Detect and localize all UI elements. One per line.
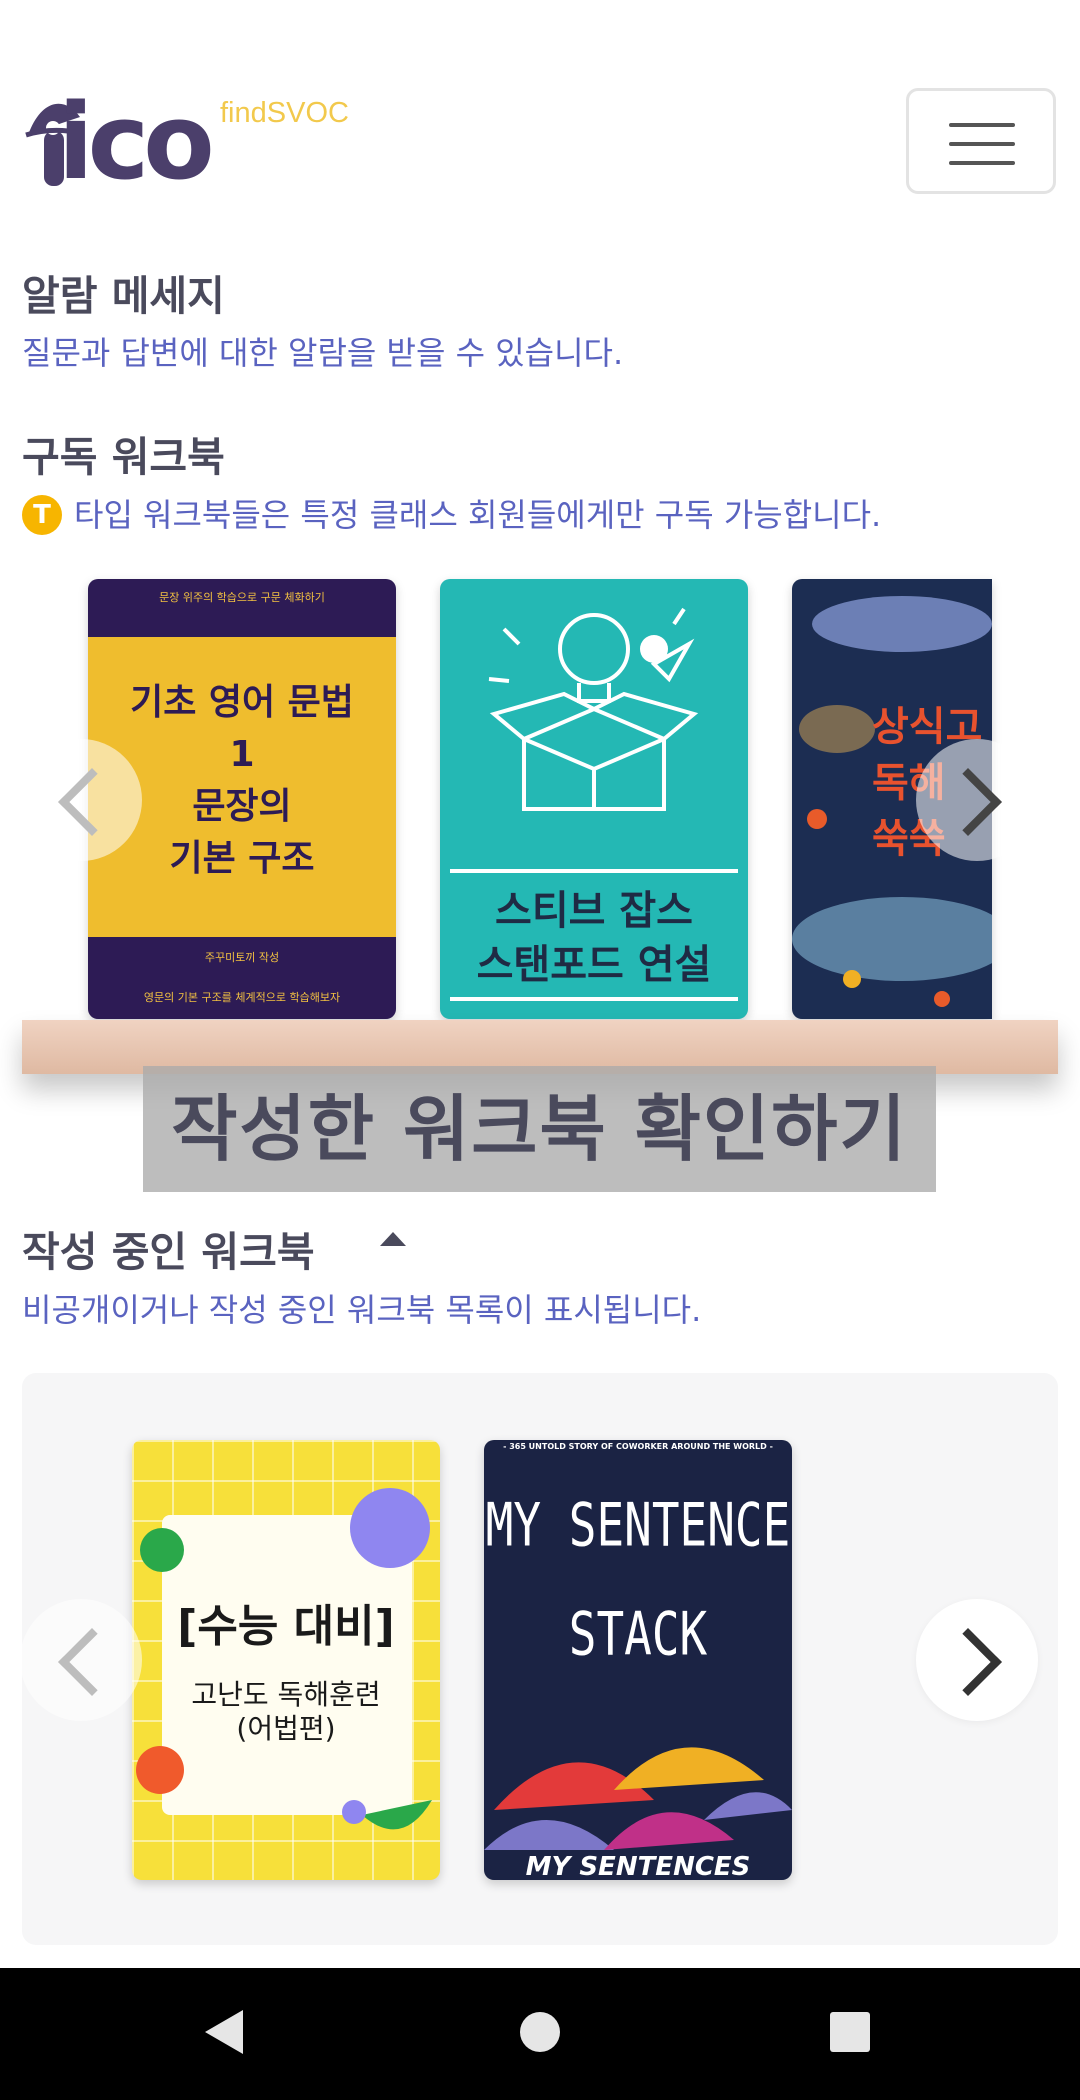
book-cover-title: 스티브 잡스 스탠포드 연설: [476, 888, 712, 988]
book-steve-jobs[interactable]: 스티브 잡스 스탠포드 연설: [440, 579, 748, 1019]
book-cover-title: MY SENTENCE STACK: [485, 1489, 791, 1669]
chevron-right-icon: [934, 768, 1002, 836]
home-icon[interactable]: [520, 2012, 560, 2052]
drafts-title: 작성 중인 워크북: [22, 1228, 315, 1276]
hamburger-icon: [949, 123, 1015, 127]
book-cover-title: [수능 대비]: [177, 1601, 395, 1652]
chevron-right-icon: [934, 1628, 1002, 1696]
recents-icon[interactable]: [830, 2012, 870, 2052]
idea-box-icon: [488, 607, 699, 811]
chevron-left-icon: [58, 1628, 126, 1696]
logo-subtitle: findSVOC: [220, 97, 349, 129]
drafts-desc: 비공개이거나 작성 중인 워크북 목록이 표시됩니다.: [22, 1291, 702, 1329]
back-icon[interactable]: [205, 2010, 243, 2054]
alarm-title: 알람 메세지: [22, 272, 225, 320]
book-suneung-prep[interactable]: [수능 대비] 고난도 독해훈련 (어법편): [132, 1440, 440, 1880]
subscribe-next-button[interactable]: [916, 739, 1038, 861]
app-logo[interactable]: ico findSVOC: [22, 81, 362, 203]
subscribe-title: 구독 워크북: [22, 433, 225, 481]
alarm-desc: 질문과 답변에 대한 알람을 받을 수 있습니다.: [22, 334, 624, 372]
book-my-sentence-stack[interactable]: - 365 UNTOLD STORY OF COWORKER AROUND TH…: [484, 1440, 792, 1880]
chevron-left-icon: [58, 768, 126, 836]
stickers-illustration: [136, 1488, 432, 1830]
drafts-next-button[interactable]: [916, 1599, 1038, 1721]
book-cover-subtitle: 고난도 독해훈련 (어법편): [191, 1678, 381, 1745]
drafts-prev-button[interactable]: [20, 1599, 142, 1721]
subscribe-desc: 타입 워크북들은 특정 클래스 회원들에게만 구독 가능합니다.: [74, 496, 882, 534]
logo-text: ico: [58, 81, 215, 203]
type-badge-icon: T: [22, 495, 62, 535]
view-my-workbooks-button[interactable]: 작성한 워크북 확인하기: [143, 1066, 936, 1192]
collapse-caret-icon[interactable]: [380, 1232, 406, 1246]
subscribe-prev-button[interactable]: [20, 739, 142, 861]
system-nav-bar: [0, 1968, 1080, 2100]
menu-button[interactable]: [906, 88, 1056, 194]
